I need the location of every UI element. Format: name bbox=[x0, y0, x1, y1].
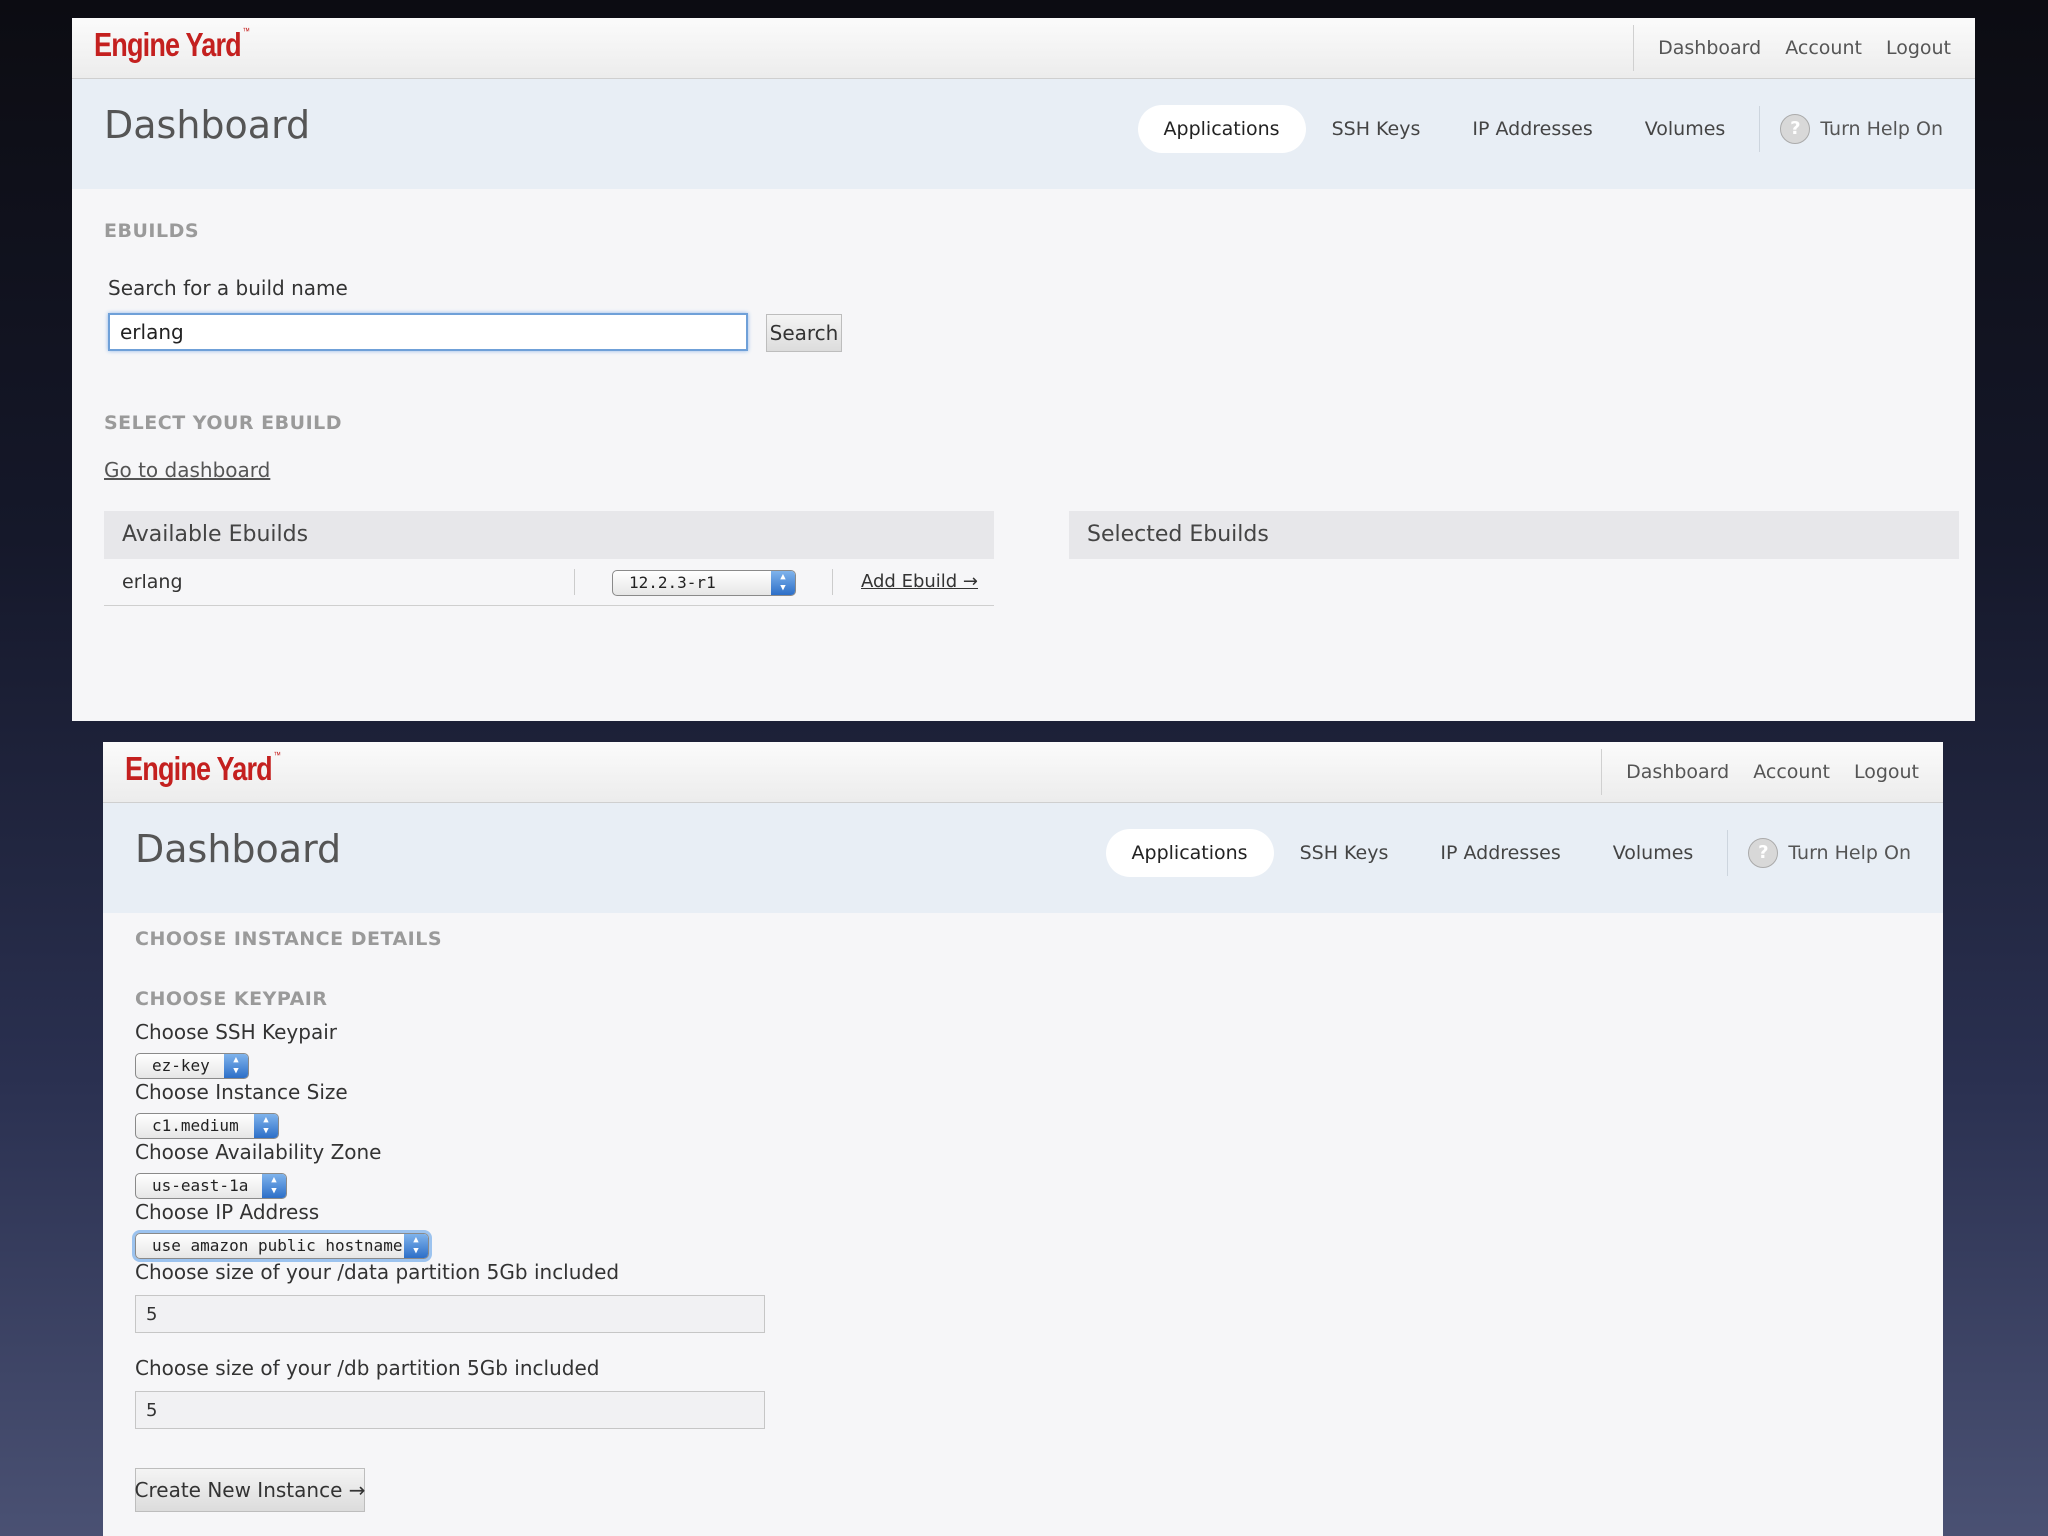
ip-address-select[interactable]: use amazon public hostname ▲ ▼ bbox=[135, 1233, 429, 1259]
divider bbox=[832, 569, 833, 595]
help-label: Turn Help On bbox=[1820, 118, 1943, 140]
chevron-updown-icon: ▲ ▼ bbox=[254, 1114, 278, 1138]
ebuild-name: erlang bbox=[122, 571, 183, 593]
section-title-ebuilds: EBUILDS bbox=[104, 220, 200, 242]
top-link-logout[interactable]: Logout bbox=[1854, 761, 1919, 783]
keypair-label: Choose SSH Keypair bbox=[135, 1020, 337, 1044]
availability-zone-select[interactable]: us-east-1a ▲ ▼ bbox=[135, 1173, 287, 1199]
instance-size-select[interactable]: c1.medium ▲ ▼ bbox=[135, 1113, 279, 1139]
tab-ip-addresses[interactable]: IP Addresses bbox=[1446, 105, 1618, 153]
ip-address-label: Choose IP Address bbox=[135, 1200, 320, 1224]
page-title: Dashboard bbox=[135, 827, 342, 871]
divider bbox=[1601, 749, 1603, 795]
help-toggle[interactable]: ? Turn Help On bbox=[1768, 114, 1943, 144]
keypair-select[interactable]: ez-key ▲ ▼ bbox=[135, 1053, 249, 1079]
selected-ebuilds-header: Selected Ebuilds bbox=[1069, 511, 1959, 559]
instance-details-window: Engine Yard ™ Dashboard Account Logout Da… bbox=[103, 742, 1943, 1536]
help-toggle[interactable]: ? Turn Help On bbox=[1736, 838, 1911, 868]
top-links: Dashboard Account Logout bbox=[1601, 742, 1943, 802]
divider bbox=[1633, 25, 1635, 71]
go-to-dashboard-link[interactable]: Go to dashboard bbox=[104, 458, 270, 482]
divider bbox=[1759, 106, 1761, 152]
top-link-account[interactable]: Account bbox=[1785, 37, 1862, 59]
instance-size-label: Choose Instance Size bbox=[135, 1080, 348, 1104]
section-title-select-ebuild: SELECT YOUR EBUILD bbox=[104, 412, 343, 434]
db-partition-label: Choose size of your /db partition 5Gb in… bbox=[135, 1356, 600, 1380]
tab-volumes[interactable]: Volumes bbox=[1619, 105, 1752, 153]
help-icon: ? bbox=[1780, 114, 1811, 144]
main-nav: Applications SSH Keys IP Addresses Volum… bbox=[1105, 829, 1911, 877]
main-nav: Applications SSH Keys IP Addresses Volum… bbox=[1137, 105, 1943, 153]
ebuilds-window: Engine Yard ™ Dashboard Account Logout Da… bbox=[72, 18, 1975, 721]
search-input[interactable] bbox=[108, 313, 748, 351]
create-instance-button[interactable]: Create New Instance → bbox=[135, 1468, 366, 1512]
top-bar: Engine Yard ™ Dashboard Account Logout bbox=[103, 742, 1943, 803]
tab-ssh-keys[interactable]: SSH Keys bbox=[1306, 105, 1447, 153]
chevron-updown-icon: ▲ ▼ bbox=[771, 571, 795, 595]
chevron-updown-icon: ▲ ▼ bbox=[224, 1054, 248, 1078]
add-ebuild-link[interactable]: Add Ebuild → bbox=[861, 571, 978, 592]
tab-volumes[interactable]: Volumes bbox=[1587, 829, 1720, 877]
chevron-updown-icon: ▲ ▼ bbox=[404, 1234, 428, 1258]
divider bbox=[574, 569, 575, 595]
tab-applications[interactable]: Applications bbox=[1137, 105, 1306, 153]
data-partition-label: Choose size of your /data partition 5Gb … bbox=[135, 1260, 620, 1284]
page-header: Dashboard Applications SSH Keys IP Addre… bbox=[72, 79, 1975, 189]
data-partition-input[interactable] bbox=[135, 1295, 765, 1333]
top-link-logout[interactable]: Logout bbox=[1886, 37, 1951, 59]
engine-yard-logo[interactable]: Engine Yard ™ bbox=[94, 26, 250, 64]
section-title-keypair: CHOOSE KEYPAIR bbox=[135, 988, 328, 1010]
search-label: Search for a build name bbox=[108, 276, 348, 300]
ebuild-version-select[interactable]: 12.2.3-r1 ▲ ▼ bbox=[612, 570, 796, 596]
chevron-updown-icon: ▲ ▼ bbox=[262, 1174, 286, 1198]
top-bar: Engine Yard ™ Dashboard Account Logout bbox=[72, 18, 1975, 79]
available-ebuilds-header: Available Ebuilds bbox=[104, 511, 994, 559]
top-links: Dashboard Account Logout bbox=[1633, 18, 1975, 78]
available-ebuilds-box: Available Ebuilds erlang 12.2.3-r1 ▲ ▼ Ad… bbox=[104, 511, 994, 636]
tab-ssh-keys[interactable]: SSH Keys bbox=[1274, 829, 1415, 877]
help-icon: ? bbox=[1748, 838, 1779, 868]
top-link-dashboard[interactable]: Dashboard bbox=[1626, 761, 1729, 783]
selected-ebuilds-box: Selected Ebuilds bbox=[1069, 511, 1959, 559]
top-link-account[interactable]: Account bbox=[1753, 761, 1830, 783]
divider bbox=[1727, 830, 1729, 876]
tab-applications[interactable]: Applications bbox=[1105, 829, 1274, 877]
availability-zone-label: Choose Availability Zone bbox=[135, 1140, 382, 1164]
page-header: Dashboard Applications SSH Keys IP Addre… bbox=[103, 803, 1943, 913]
search-button[interactable]: Search bbox=[766, 314, 842, 352]
db-partition-input[interactable] bbox=[135, 1391, 765, 1429]
section-title-instance-details: CHOOSE INSTANCE DETAILS bbox=[135, 928, 443, 950]
top-link-dashboard[interactable]: Dashboard bbox=[1658, 37, 1761, 59]
table-row: erlang 12.2.3-r1 ▲ ▼ Add Ebuild → bbox=[104, 559, 994, 606]
engine-yard-logo[interactable]: Engine Yard ™ bbox=[125, 750, 281, 788]
tab-ip-addresses[interactable]: IP Addresses bbox=[1414, 829, 1586, 877]
page-title: Dashboard bbox=[104, 103, 311, 147]
help-label: Turn Help On bbox=[1788, 842, 1911, 864]
